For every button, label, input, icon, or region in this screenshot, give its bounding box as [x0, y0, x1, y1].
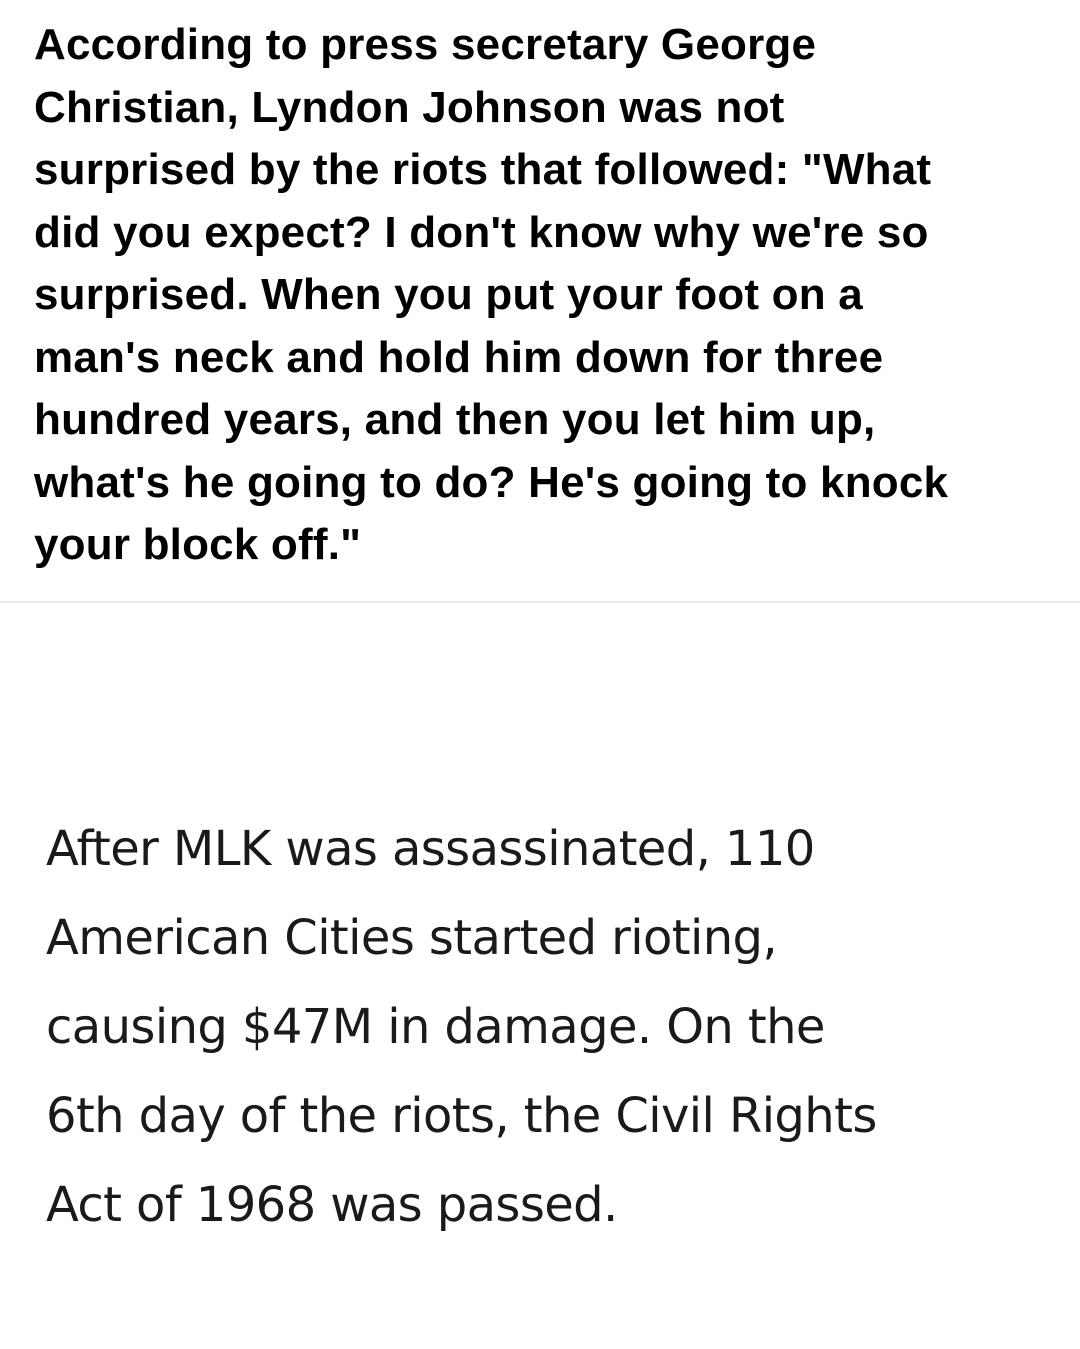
- quote-line: surprised by the riots that followed: "W…: [34, 145, 932, 194]
- quote-line: hundred years, and then you let him up,: [34, 395, 876, 444]
- quote-line: Christian, Lyndon Johnson was not: [34, 82, 785, 132]
- johnson-quote-text: According to press secretary George Chri…: [34, 14, 1064, 577]
- quote-panel: According to press secretary George Chri…: [0, 0, 1080, 600]
- tweet-line: American Cities started rioting,: [46, 910, 778, 966]
- tweet-line: 6th day of the riots, the Civil Rights: [46, 1088, 877, 1144]
- tweet-line: causing $47M in damage. On the: [46, 999, 825, 1055]
- quote-line: man's neck and hold him down for three: [34, 332, 884, 382]
- quote-line: what's he going to do? He's going to kno…: [34, 457, 949, 507]
- tweet-line: Act of 1968 was passed.: [46, 1177, 618, 1233]
- quote-line: surprised. When you put your foot on a: [34, 270, 863, 319]
- tweet-panel: After MLK was assassinated, 110 American…: [0, 603, 1080, 1349]
- quote-line: your block off.": [34, 520, 362, 569]
- quote-line: did you expect? I don't know why we're s…: [34, 207, 929, 257]
- tweet-line: After MLK was assassinated, 110: [46, 821, 815, 877]
- quote-line: According to press secretary George: [34, 20, 817, 69]
- mlk-riots-text: After MLK was assassinated, 110 American…: [46, 805, 1046, 1250]
